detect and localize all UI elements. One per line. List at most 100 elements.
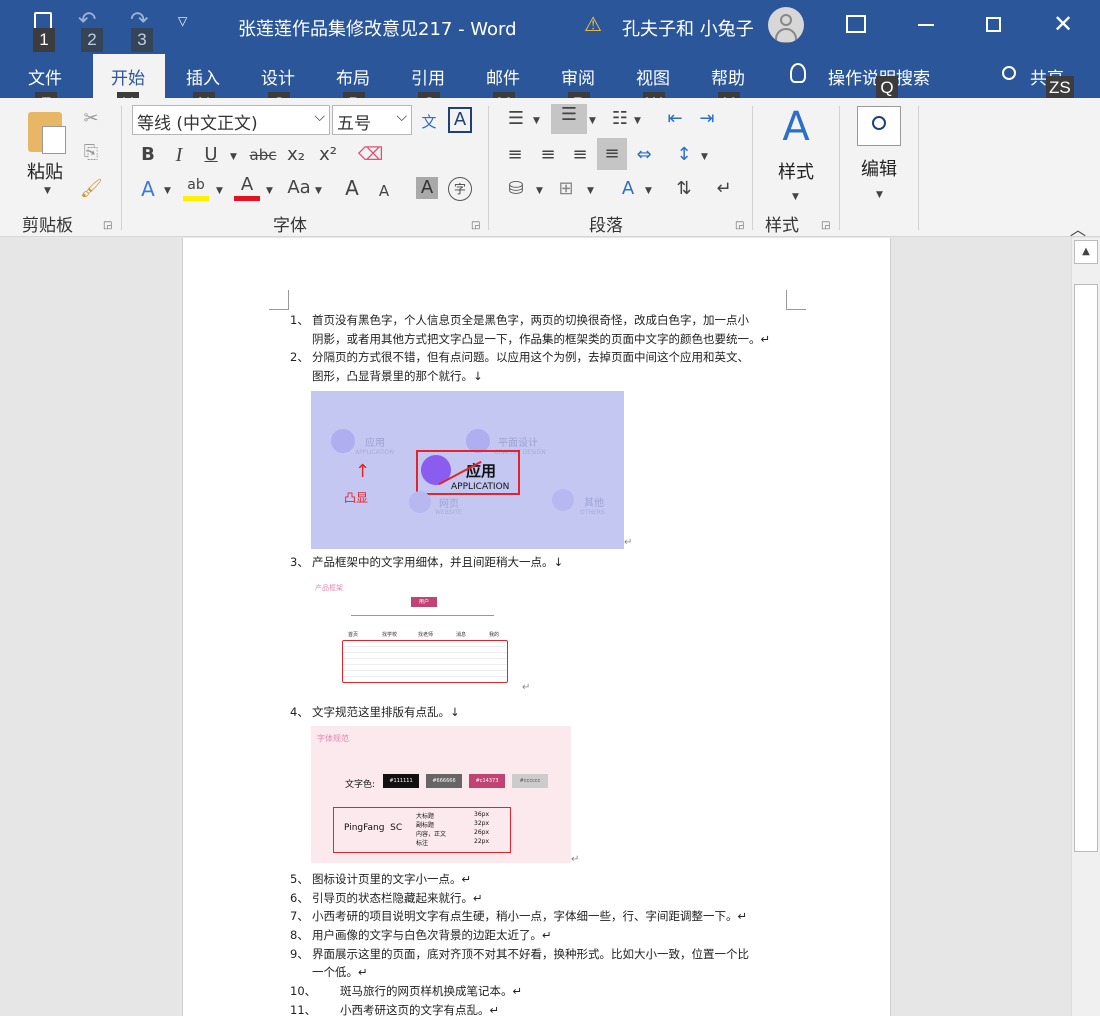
superscript-icon[interactable]: x² bbox=[316, 144, 340, 166]
increase-indent-icon[interactable]: ⇥ bbox=[695, 108, 719, 130]
text-effects-icon[interactable]: A bbox=[137, 178, 159, 200]
tab-file[interactable]: 文件 bbox=[28, 64, 62, 89]
borders-icon[interactable]: ⊞ bbox=[554, 178, 578, 200]
tab-design[interactable]: 设计 bbox=[261, 64, 295, 89]
italic-icon[interactable]: I bbox=[170, 144, 188, 166]
numbering-icon[interactable]: ☰ bbox=[551, 104, 587, 134]
paste-icon[interactable] bbox=[28, 112, 66, 154]
strikethrough-icon[interactable]: abc bbox=[249, 144, 277, 166]
chevron-down-icon[interactable]: ⌵ bbox=[314, 109, 325, 125]
minimize-icon[interactable] bbox=[918, 24, 934, 26]
shading-icon[interactable]: ⛁ bbox=[503, 178, 529, 200]
shrink-font-icon[interactable]: A bbox=[375, 180, 393, 202]
list-item-9-line-2[interactable]: 一个低。↵ bbox=[312, 964, 368, 980]
line-spacing-icon[interactable]: ↕ bbox=[672, 144, 696, 166]
tab-references[interactable]: 引用 bbox=[411, 64, 445, 89]
paragraph-launcher-icon[interactable]: ◲ bbox=[735, 220, 744, 231]
justify-icon[interactable]: ≡ bbox=[597, 138, 627, 170]
sort-icon[interactable]: ⇅ bbox=[672, 178, 696, 200]
paste-dropdown-icon[interactable]: ▼ bbox=[44, 186, 51, 196]
maximize-icon[interactable] bbox=[986, 17, 1001, 32]
chevron-down-icon[interactable]: ▼ bbox=[645, 180, 652, 202]
chevron-down-icon[interactable]: ▼ bbox=[164, 180, 171, 202]
chevron-down-icon[interactable]: ▼ bbox=[230, 146, 237, 168]
customize-qat-icon[interactable]: ▽ bbox=[178, 14, 187, 28]
subscript-icon[interactable]: x₂ bbox=[284, 144, 308, 166]
tab-layout[interactable]: 布局 bbox=[336, 64, 370, 89]
underline-icon[interactable]: U bbox=[201, 144, 221, 166]
font-color-icon[interactable]: A bbox=[234, 174, 260, 201]
show-marks-icon[interactable]: ↵ bbox=[712, 178, 736, 200]
chinese-layout-icon[interactable]: A bbox=[615, 178, 641, 200]
list-item-1[interactable]: 1、 首页没有黑色字，个人信息页全是黑色字，两页的切换很奇怪，改成白色字，加一点小 bbox=[290, 312, 749, 328]
chevron-down-icon[interactable]: ▼ bbox=[634, 110, 641, 132]
chevron-down-icon[interactable]: ▼ bbox=[701, 146, 708, 168]
change-case-icon[interactable]: Aa bbox=[285, 177, 313, 199]
format-painter-icon[interactable]: 🖌 bbox=[80, 178, 103, 200]
tab-review[interactable]: 审阅 bbox=[561, 64, 595, 89]
list-item-8[interactable]: 8、 用户画像的文字与白色次背景的边距太近了。↵ bbox=[290, 927, 552, 943]
list-item-7[interactable]: 7、 小西考研的项目说明文字有点生硬，稍小一点，字体细一些，行、字间距调整一下。↵ bbox=[290, 908, 747, 924]
embedded-image-framework[interactable]: 产品框架 用户 首页 找学校 找老师 消息 我的 bbox=[311, 579, 511, 689]
styles-button[interactable]: 样式 bbox=[778, 158, 814, 184]
phonetic-guide-icon[interactable]: 文 bbox=[418, 111, 440, 133]
scroll-up-icon[interactable]: ▲ bbox=[1074, 240, 1098, 264]
search-icon[interactable] bbox=[857, 106, 901, 146]
align-right-icon[interactable]: ≡ bbox=[568, 144, 592, 166]
share-person-icon[interactable] bbox=[1002, 66, 1016, 80]
vertical-scrollbar[interactable]: ▲ bbox=[1071, 238, 1100, 1016]
document-area[interactable]: 1、 首页没有黑色字，个人信息页全是黑色字，两页的切换很奇怪，改成白色字，加一点小… bbox=[0, 238, 1071, 1016]
tab-insert[interactable]: 插入 bbox=[186, 64, 220, 89]
chevron-down-icon[interactable]: ▼ bbox=[533, 110, 540, 132]
tab-mailings[interactable]: 邮件 bbox=[486, 64, 520, 89]
document-page[interactable]: 1、 首页没有黑色字，个人信息页全是黑色字，两页的切换很奇怪，改成白色字，加一点小… bbox=[182, 238, 891, 1016]
paste-button[interactable]: 粘贴 bbox=[27, 158, 63, 184]
chevron-down-icon[interactable]: ▼ bbox=[792, 186, 799, 208]
list-item-1-line-2[interactable]: 阴影，或者用其他方式把文字凸显一下，作品集的框架类的页面中文字的颜色也要统一。↵ bbox=[312, 331, 770, 347]
chevron-down-icon[interactable]: ⌵ bbox=[396, 109, 407, 125]
styles-launcher-icon[interactable]: ◲ bbox=[821, 220, 830, 231]
styles-gallery-icon[interactable]: A bbox=[774, 102, 818, 152]
align-left-icon[interactable]: ≡ bbox=[503, 144, 527, 166]
list-item-9[interactable]: 9、 界面展示这里的页面，底对齐顶不对其不好看，换种形式。比如大小一致，位置一个比 bbox=[290, 946, 749, 962]
close-icon[interactable]: ✕ bbox=[1053, 10, 1073, 38]
embedded-image-application[interactable]: 应用 APPLICATION 平面设计 GRAPHIC DESIGN 应用 AP… bbox=[311, 391, 624, 549]
user-name[interactable]: 孔夫子和 小兔子 bbox=[622, 15, 754, 41]
list-item-5[interactable]: 5、 图标设计页里的文字小一点。↵ bbox=[290, 871, 471, 887]
copy-icon[interactable]: ⎘ bbox=[80, 142, 102, 164]
clipboard-launcher-icon[interactable]: ◲ bbox=[103, 220, 112, 231]
list-item-11[interactable]: 11、 小西考研这页的文字有点乱。↵ bbox=[290, 1002, 499, 1016]
warning-icon[interactable]: ⚠ bbox=[584, 12, 602, 36]
list-item-6[interactable]: 6、 引导页的状态栏隐藏起来就行。↵ bbox=[290, 890, 483, 906]
chevron-down-icon[interactable]: ▼ bbox=[589, 110, 596, 132]
list-item-4[interactable]: 4、 文字规范这里排版有点乱。↓ bbox=[290, 704, 460, 720]
chevron-down-icon[interactable]: ▼ bbox=[587, 180, 594, 202]
font-launcher-icon[interactable]: ◲ bbox=[471, 220, 480, 231]
list-item-2[interactable]: 2、 分隔页的方式很不错，但有点问题。以应用这个为例，去掉页面中间这个应用和英文、 bbox=[290, 349, 749, 365]
embedded-image-typography[interactable]: 字体规范 文字色: #111111 #666666 #c14373 #ccccc… bbox=[311, 726, 571, 863]
tab-home[interactable]: 开始 bbox=[111, 64, 145, 89]
font-name-combo[interactable]: 等线 (中文正文) ⌵ bbox=[132, 105, 330, 135]
avatar[interactable] bbox=[768, 7, 804, 43]
character-shading-icon[interactable]: A bbox=[416, 177, 438, 199]
list-item-10[interactable]: 10、 斑马旅行的网页样机换成笔记本。↵ bbox=[290, 983, 522, 999]
enclose-characters-icon[interactable]: 字 bbox=[448, 177, 472, 201]
chevron-down-icon[interactable]: ▼ bbox=[315, 180, 322, 202]
tab-help[interactable]: 帮助 bbox=[711, 64, 745, 89]
clear-formatting-icon[interactable]: ⌫ bbox=[358, 144, 383, 166]
chevron-down-icon[interactable]: ▼ bbox=[536, 180, 543, 202]
chevron-down-icon[interactable]: ▼ bbox=[876, 184, 883, 206]
highlight-icon[interactable]: ab bbox=[183, 174, 209, 201]
distributed-icon[interactable]: ⇔ bbox=[632, 144, 656, 166]
scroll-thumb[interactable] bbox=[1074, 284, 1098, 852]
grow-font-icon[interactable]: A bbox=[342, 177, 362, 199]
font-size-combo[interactable]: 五号 ⌵ bbox=[332, 105, 412, 135]
cut-icon[interactable]: ✂ bbox=[80, 108, 102, 130]
chevron-down-icon[interactable]: ▼ bbox=[266, 180, 273, 202]
list-item-3[interactable]: 3、 产品框架中的文字用细体，并且间距稍大一点。↓ bbox=[290, 554, 563, 570]
bold-icon[interactable]: B bbox=[138, 144, 158, 166]
collapse-ribbon-icon[interactable]: ︿ bbox=[1070, 216, 1086, 240]
tab-view[interactable]: 视图 bbox=[636, 64, 670, 89]
lightbulb-icon[interactable] bbox=[790, 63, 806, 83]
list-item-2-line-2[interactable]: 图形，凸显背景里的那个就行。↓ bbox=[312, 368, 483, 384]
